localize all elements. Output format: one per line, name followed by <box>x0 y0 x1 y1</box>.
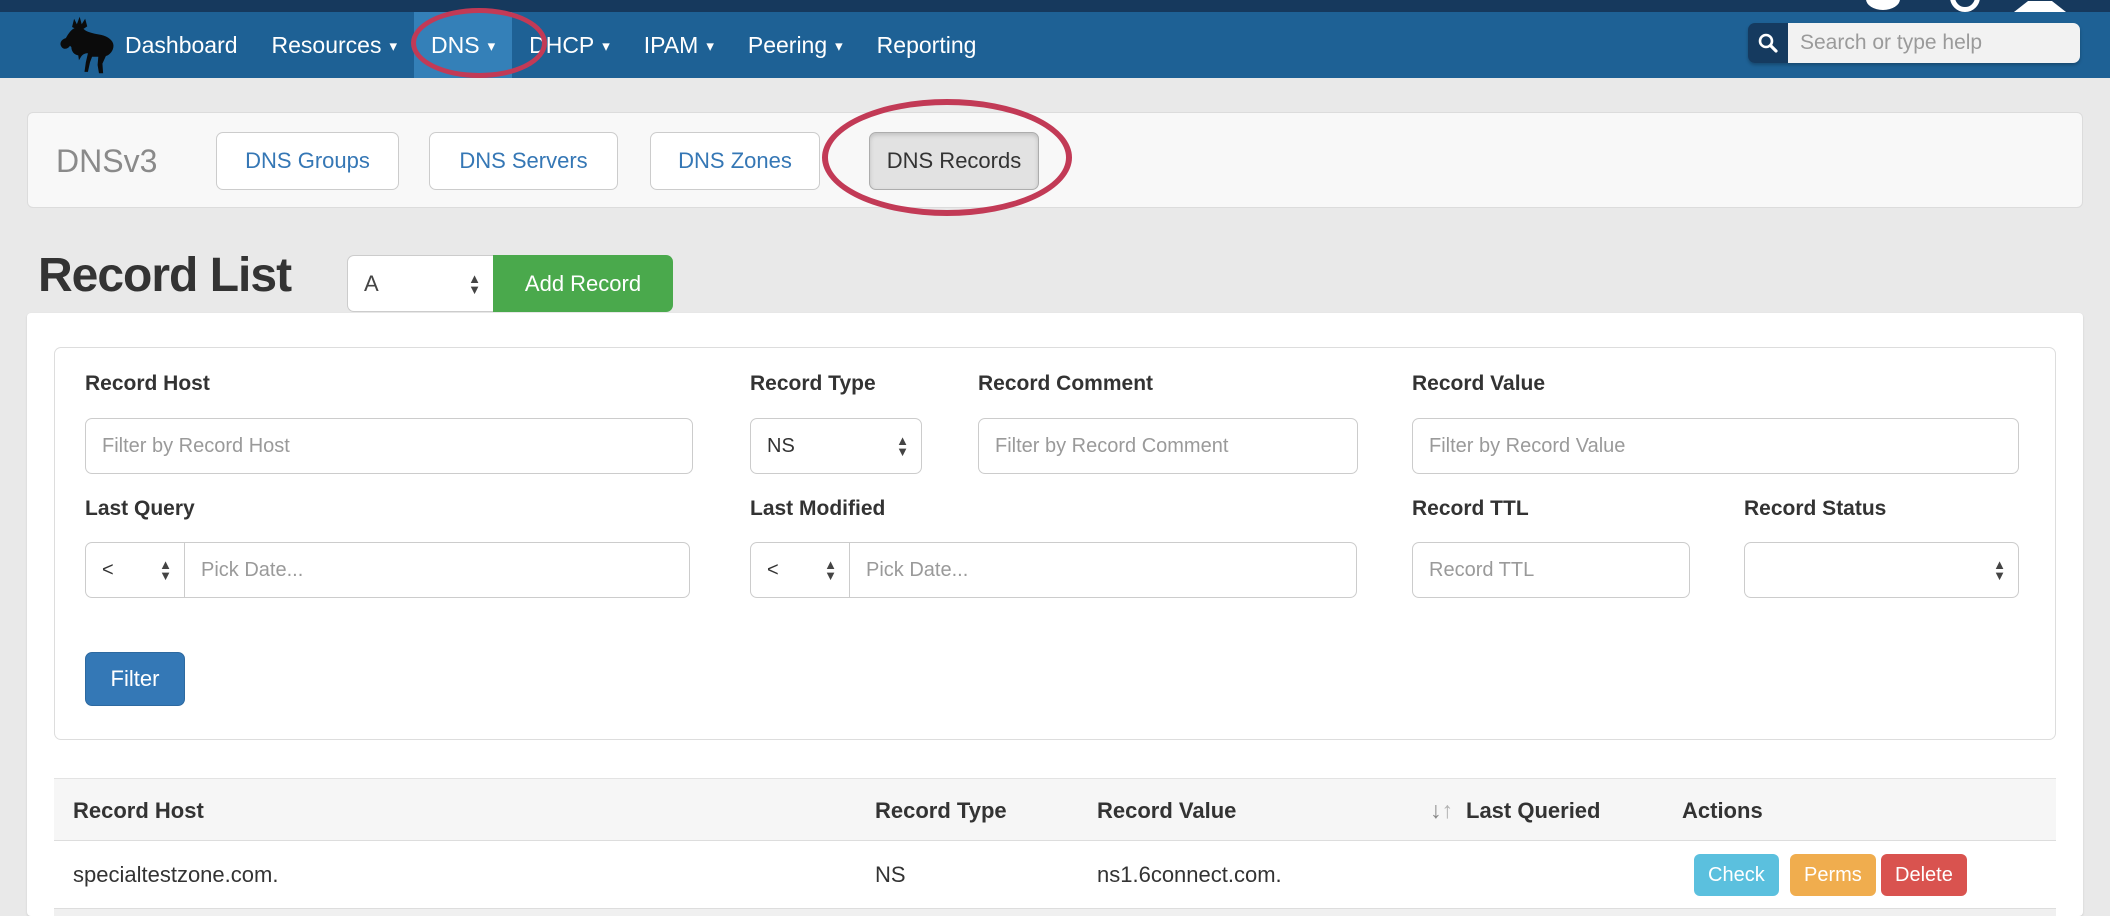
header-record-host: Record Host <box>73 779 204 842</box>
record-comment-label: Record Comment <box>978 372 1153 396</box>
select-value: NS <box>767 435 795 458</box>
nav-item-dhcp[interactable]: DHCP ▾ <box>512 12 627 78</box>
select-value: A <box>364 271 379 297</box>
chevron-down-icon: ▾ <box>488 14 496 80</box>
page-title: Record List <box>38 248 291 303</box>
sort-descending-icon: ↓ <box>1430 797 1442 823</box>
record-ttl-input[interactable] <box>1412 542 1690 598</box>
dns-subnav-panel: DNSv3 DNS Groups DNS Servers DNS Zones D… <box>27 112 2083 208</box>
next-table-row-partial <box>54 908 2056 916</box>
global-search <box>1748 23 2080 63</box>
tab-dns-groups[interactable]: DNS Groups <box>216 132 399 190</box>
record-comment-input[interactable] <box>978 418 1358 474</box>
header-record-type: Record Type <box>875 779 1007 842</box>
main-navbar: Dashboard Resources ▾ DNS ▾ DHCP ▾ IPAM ▾ Pe… <box>0 12 2110 78</box>
nav-item-resources[interactable]: Resources ▾ <box>255 12 414 78</box>
nav-item-dashboard[interactable]: Dashboard <box>108 12 255 78</box>
record-status-label: Record Status <box>1744 497 1886 521</box>
record-value-label: Record Value <box>1412 372 1545 396</box>
nav-label: Dashboard <box>125 32 238 58</box>
nav-label: DHCP <box>529 32 594 58</box>
search-icon <box>1748 23 1788 63</box>
select-stepper-icon: ▲ ▼ <box>824 559 837 581</box>
chevron-down-icon: ▾ <box>706 14 714 80</box>
tab-dns-servers[interactable]: DNS Servers <box>429 132 618 190</box>
filter-submit-button[interactable]: Filter <box>85 652 185 706</box>
last-modified-operator-select[interactable]: < ▲ ▼ <box>750 542 850 598</box>
table-row: specialtestzone.com. NS ns1.6connect.com… <box>54 842 2056 908</box>
header-record-value: Record Value <box>1097 779 1236 842</box>
search-input[interactable] <box>1788 23 2080 63</box>
add-record-button[interactable]: Add Record <box>493 255 673 312</box>
stepper-down-icon: ▼ <box>1993 570 2006 581</box>
nav-label: Peering <box>748 32 827 58</box>
select-stepper-icon: ▲ ▼ <box>896 435 909 457</box>
select-value: < <box>102 559 114 582</box>
user-avatar-icon-partial <box>2014 1 2066 12</box>
last-modified-label: Last Modified <box>750 497 885 521</box>
record-host-input[interactable] <box>85 418 693 474</box>
stepper-down-icon: ▼ <box>824 570 837 581</box>
row-record-type: NS <box>875 842 906 908</box>
select-stepper-icon: ▲ ▼ <box>159 559 172 581</box>
record-type-label: Record Type <box>750 372 876 396</box>
nav-label: IPAM <box>644 32 699 58</box>
last-query-label: Last Query <box>85 497 195 521</box>
header-last-queried[interactable]: Last Queried <box>1466 779 1600 842</box>
check-button[interactable]: Check <box>1694 854 1779 896</box>
subnav-title: DNSv3 <box>56 113 157 209</box>
nav-menu: Dashboard Resources ▾ DNS ▾ DHCP ▾ IPAM ▾ Pe… <box>108 12 993 78</box>
tab-dns-zones[interactable]: DNS Zones <box>650 132 820 190</box>
nav-label: DNS <box>431 32 480 58</box>
record-host-label: Record Host <box>85 372 210 396</box>
nav-label: Reporting <box>877 32 977 58</box>
stepper-down-icon: ▼ <box>468 284 481 295</box>
delete-button[interactable]: Delete <box>1881 854 1967 896</box>
row-record-host: specialtestzone.com. <box>73 842 278 908</box>
nav-item-reporting[interactable]: Reporting <box>860 12 994 78</box>
record-status-select[interactable]: ▲ ▼ <box>1744 542 2019 598</box>
record-value-input[interactable] <box>1412 418 2019 474</box>
sort-icons[interactable]: ↓↑ <box>1430 779 1453 842</box>
row-record-value: ns1.6connect.com. <box>1097 842 1282 908</box>
nav-item-ipam[interactable]: IPAM ▾ <box>627 12 731 78</box>
stepper-down-icon: ▼ <box>159 570 172 581</box>
select-stepper-icon: ▲ ▼ <box>468 273 481 295</box>
top-window-strip <box>0 0 2110 12</box>
nav-label: Resources <box>272 32 382 58</box>
header-actions: Actions <box>1682 779 1763 842</box>
select-stepper-icon: ▲ ▼ <box>1993 559 2006 581</box>
chevron-down-icon: ▾ <box>389 14 397 80</box>
record-type-select[interactable]: NS ▲ ▼ <box>750 418 922 474</box>
record-ttl-label: Record TTL <box>1412 497 1529 521</box>
nav-item-dns[interactable]: DNS ▾ <box>414 12 512 78</box>
notification-icon-partial <box>1866 0 1900 10</box>
last-query-operator-select[interactable]: < ▲ ▼ <box>85 542 185 598</box>
perms-button[interactable]: Perms <box>1790 854 1876 896</box>
last-query-date-input[interactable] <box>184 542 690 598</box>
chevron-down-icon: ▾ <box>602 14 610 80</box>
tab-dns-records[interactable]: DNS Records <box>869 132 1039 190</box>
stepper-down-icon: ▼ <box>896 446 909 457</box>
last-modified-date-input[interactable] <box>849 542 1357 598</box>
table-header-row: Record Host Record Type Record Value ↓↑ … <box>54 778 2056 841</box>
select-value: < <box>767 559 779 582</box>
chevron-down-icon: ▾ <box>835 14 843 80</box>
nav-item-peering[interactable]: Peering ▾ <box>731 12 860 78</box>
record-type-add-select[interactable]: A ▲ ▼ <box>347 255 493 312</box>
sort-ascending-icon: ↑ <box>1442 797 1454 823</box>
help-icon-partial <box>1950 0 1980 12</box>
